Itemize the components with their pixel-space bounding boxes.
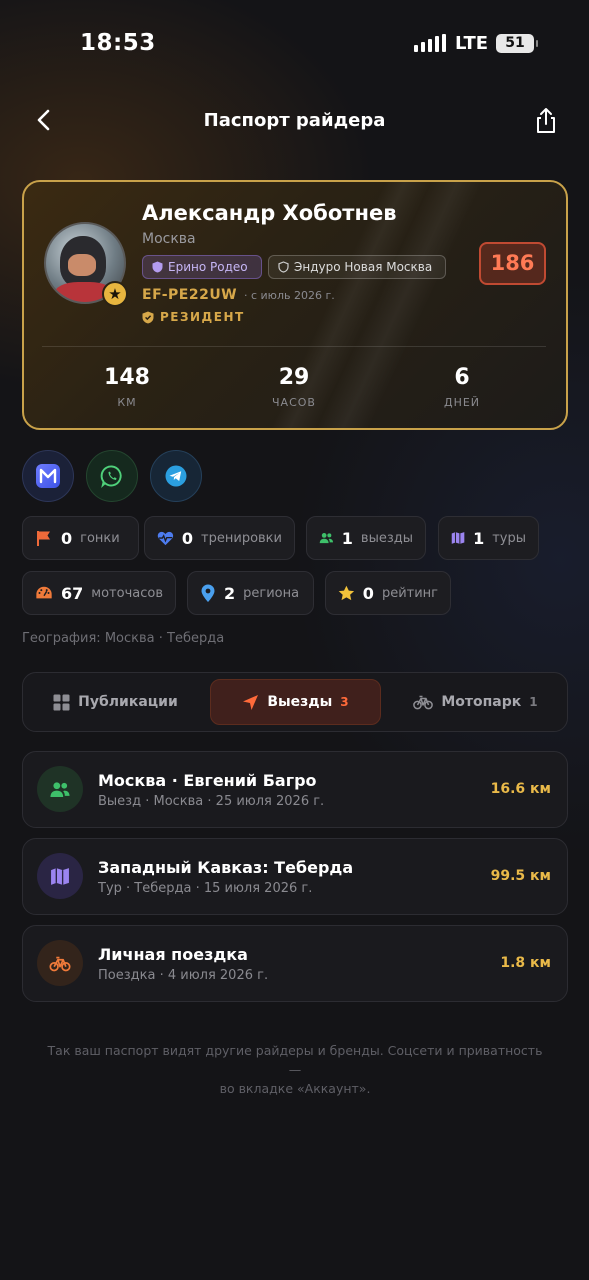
- bicycle-icon: [413, 695, 434, 710]
- pin-icon: [201, 584, 215, 602]
- users-icon: [319, 533, 334, 544]
- tab-count: 3: [340, 695, 349, 709]
- tab-count: 1: [529, 695, 538, 709]
- shield-icon: [152, 261, 163, 273]
- whatsapp-icon: [100, 465, 122, 488]
- ride-title: Москва · Евгений Багро: [98, 771, 317, 790]
- shield-icon: [278, 261, 289, 273]
- stat-hours-label: ЧАСОВ: [272, 396, 316, 409]
- stat-hours-value: 29: [278, 365, 310, 390]
- heart-pulse-icon: [157, 531, 174, 545]
- card-divider: [42, 346, 546, 347]
- ride-distance: 1.8 км: [500, 955, 551, 971]
- privacy-note-line1: Так ваш паспорт видят другие райдеры и б…: [47, 1043, 543, 1077]
- stat-value: 1: [473, 528, 485, 548]
- stat-days-label: ДНЕЙ: [443, 396, 481, 409]
- ride-subtitle: Поездка · 4 июля 2026 г.: [98, 968, 269, 983]
- resident-badge: РЕЗИДЕНТ: [142, 310, 245, 324]
- stat-label: туры: [492, 530, 526, 546]
- tab-trips[interactable]: Выезды 3: [210, 679, 381, 725]
- telegram-icon: [165, 465, 187, 487]
- tab-label: Публикации: [78, 694, 178, 710]
- rider-code: EF-PE22UW: [142, 287, 238, 303]
- privacy-note: Так ваш паспорт видят другие райдеры и б…: [40, 1041, 550, 1098]
- map-icon: [451, 532, 465, 544]
- stat-races[interactable]: 0 гонки: [22, 516, 139, 560]
- tab-label: Выезды: [267, 694, 333, 710]
- signal-icon: [414, 34, 446, 52]
- star-icon: [338, 585, 355, 601]
- stat-value: 67: [61, 583, 84, 603]
- navigation-arrow-icon: [243, 694, 259, 710]
- ride-subtitle: Тур · Теберда · 15 июля 2026 г.: [98, 881, 313, 896]
- stat-value: 1: [341, 528, 353, 548]
- page-title: Паспорт райдера: [203, 110, 386, 131]
- map-icon: [37, 853, 83, 899]
- tab-label: Мотопарк: [441, 694, 522, 710]
- ride-subtitle: Выезд · Москва · 25 июля 2026 г.: [98, 794, 325, 809]
- max-icon: [36, 464, 60, 488]
- stat-label: рейтинг: [381, 585, 438, 601]
- stat-label: тренировки: [201, 530, 282, 546]
- stat-km-label: КМ: [117, 396, 137, 409]
- network-type: LTE: [455, 33, 489, 54]
- whatsapp-button[interactable]: [86, 450, 138, 502]
- stat-value: 0: [61, 528, 73, 548]
- geography-text: География: Москва · Теберда: [22, 631, 225, 646]
- battery-icon: 51: [496, 34, 538, 53]
- shield-check-icon: [142, 311, 154, 323]
- flag-icon: [37, 531, 50, 546]
- telegram-button[interactable]: [150, 450, 202, 502]
- stat-label: выезды: [360, 530, 413, 546]
- chip-label: Эндуро Новая Москва: [294, 260, 433, 274]
- stat-value: 0: [362, 583, 374, 603]
- chip-label: Ерино Родео: [168, 260, 248, 274]
- stat-value: 2: [224, 583, 236, 603]
- rider-city: Москва: [142, 231, 196, 247]
- star-icon: ★: [102, 281, 128, 307]
- stat-rating[interactable]: 0 рейтинг: [325, 571, 451, 615]
- stat-value: 0: [181, 528, 194, 548]
- tab-motopark[interactable]: Мотопарк 1: [390, 679, 561, 725]
- stat-label: региона: [243, 585, 300, 601]
- member-since: · с июль 2026 г.: [244, 289, 335, 302]
- status-time: 18:53: [80, 30, 156, 56]
- stat-trainings[interactable]: 0 тренировки: [144, 516, 295, 560]
- share-icon[interactable]: [532, 106, 560, 136]
- max-button[interactable]: [22, 450, 74, 502]
- stat-tours[interactable]: 1 туры: [438, 516, 539, 560]
- stat-trips[interactable]: 1 выезды: [306, 516, 426, 560]
- privacy-note-line2: во вкладке «Аккаунт».: [219, 1081, 371, 1096]
- stat-label: гонки: [80, 530, 120, 546]
- grid-icon: [53, 694, 70, 710]
- ride-distance: 99.5 км: [490, 868, 551, 884]
- bicycle-icon: [37, 940, 83, 986]
- users-icon: [37, 766, 83, 812]
- stat-label: моточасов: [91, 585, 163, 601]
- stat-moto-hours[interactable]: 67 моточасов: [22, 571, 176, 615]
- ride-distance: 16.6 км: [490, 781, 551, 797]
- rider-score-badge: 186: [479, 242, 546, 285]
- stat-km-value: 148: [104, 365, 150, 390]
- club-chip-erino[interactable]: Ерино Родео: [142, 255, 262, 279]
- speedometer-icon: [36, 586, 52, 599]
- stat-days-value: 6: [454, 365, 470, 390]
- resident-label: РЕЗИДЕНТ: [160, 310, 245, 324]
- ride-title: Личная поездка: [98, 945, 248, 964]
- ride-title: Западный Кавказ: Теберда: [98, 858, 354, 877]
- stat-regions[interactable]: 2 региона: [187, 571, 314, 615]
- rider-name: Александр Хоботнев: [142, 201, 397, 225]
- tab-publications[interactable]: Публикации: [30, 679, 201, 725]
- club-chip-enduro[interactable]: Эндуро Новая Москва: [268, 255, 446, 279]
